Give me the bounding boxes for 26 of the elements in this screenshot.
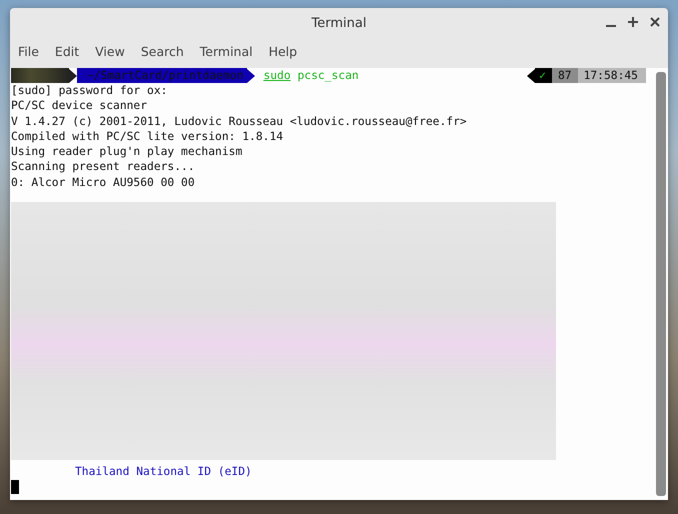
output-line: PC/SC device scanner xyxy=(11,98,148,114)
card-name-text: Thailand National ID (eID) xyxy=(74,464,253,480)
output-line: Scanning present readers... xyxy=(11,159,196,175)
menu-item[interactable]: Help xyxy=(260,42,306,66)
close-icon[interactable] xyxy=(648,15,662,29)
segment-arrow-icon xyxy=(247,68,256,82)
redacted-username xyxy=(11,68,69,83)
menu-item[interactable]: File xyxy=(10,42,47,66)
output-line: V 1.4.27 (c) 2001-2011, Ludovic Rousseau <ludovic.rousseau@free.fr> xyxy=(11,114,468,129)
prompt-directory: ~/SmartCard/printdaemon xyxy=(77,68,248,83)
output-line: Compiled with PC/SC lite version: 1.8.14 xyxy=(11,128,284,144)
output-line: [sudo] password for ox: xyxy=(11,83,168,98)
menu-item[interactable]: Edit xyxy=(46,42,88,66)
menu-item[interactable]: View xyxy=(87,42,133,66)
output-line: 0: Alcor Micro AU9560 00 00 xyxy=(11,174,196,190)
maximize-icon[interactable] xyxy=(626,15,640,29)
text-cursor xyxy=(11,480,19,494)
command-text: sudo pcsc_scan xyxy=(262,68,359,84)
scrollbar-thumb[interactable] xyxy=(656,72,666,496)
status-check: ✓ xyxy=(535,68,552,83)
output-line: Using reader plug'n play mechanism xyxy=(11,144,244,160)
menu-item[interactable]: Search xyxy=(132,42,192,66)
prompt-time: 17:58:45 xyxy=(578,68,646,83)
window-title: Terminal xyxy=(312,16,366,30)
menu-item[interactable]: Terminal xyxy=(192,42,261,66)
history-number: 87 xyxy=(552,68,578,83)
